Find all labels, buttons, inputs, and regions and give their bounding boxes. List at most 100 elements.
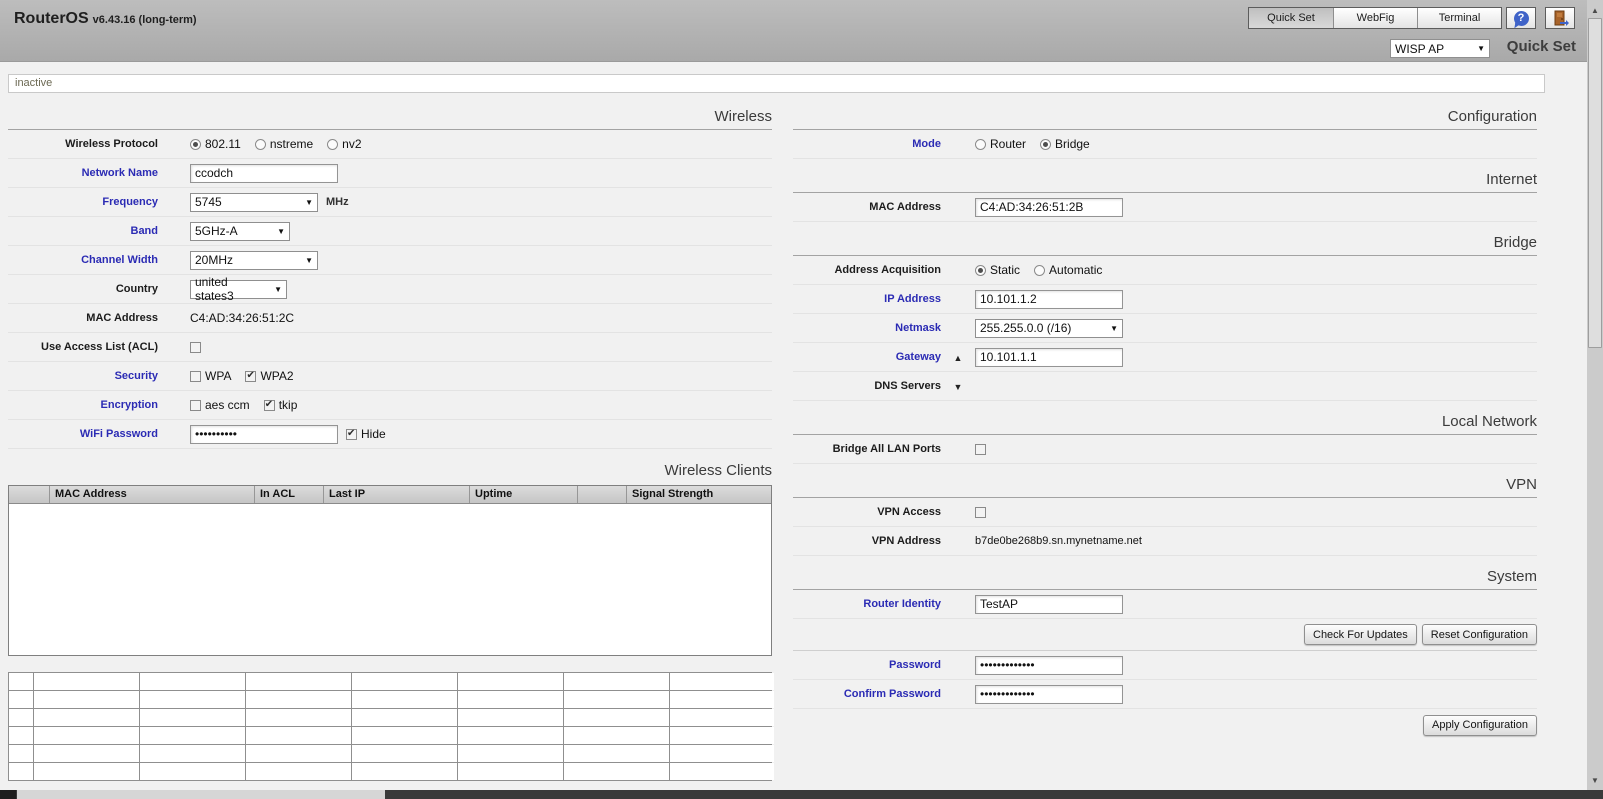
field-row-address-acquisition: Address Acquisition Static Automatic bbox=[793, 256, 1537, 285]
question-mark-icon: ? bbox=[1513, 10, 1529, 26]
grid-cell bbox=[9, 745, 33, 762]
field-label: Country bbox=[115, 283, 158, 295]
tab-quick-set[interactable]: Quick Set bbox=[1249, 8, 1333, 28]
country-dropdown[interactable]: united states3 bbox=[190, 275, 287, 303]
checkbox-icon bbox=[263, 399, 275, 411]
checkbox-option-hide[interactable]: Hide bbox=[346, 427, 386, 441]
column-header-signal-strength: Signal Strength bbox=[626, 486, 771, 503]
tab-webfig[interactable]: WebFig bbox=[1333, 8, 1417, 28]
grid-cell bbox=[246, 691, 351, 708]
confirm-password-input[interactable] bbox=[975, 684, 1123, 704]
app-name: RouterOS bbox=[14, 10, 89, 27]
grid-cell bbox=[34, 727, 139, 744]
logout-button[interactable] bbox=[1545, 7, 1575, 29]
field-label: Encryption bbox=[100, 399, 158, 411]
field-row-band: Band 5GHz-A bbox=[8, 217, 772, 246]
field-row-password: Password bbox=[793, 651, 1537, 680]
option-label: Automatic bbox=[1049, 263, 1103, 277]
band-dropdown[interactable]: 5GHz-A bbox=[190, 221, 290, 241]
column-header bbox=[577, 486, 626, 503]
field-row-bridge-all-lan: Bridge All LAN Ports bbox=[793, 435, 1537, 464]
section-title-vpn: VPN bbox=[793, 464, 1537, 498]
option-label: nv2 bbox=[342, 137, 362, 151]
radio-option-nstreme[interactable]: nstreme bbox=[254, 137, 313, 151]
wireless-mac-address-value: C4:AD:34:26:51:2C bbox=[190, 311, 295, 325]
checkbox-option-tkip[interactable]: tkip bbox=[263, 398, 297, 412]
checkbox-option-aes-ccm[interactable]: aes ccm bbox=[190, 398, 250, 412]
band-value: 5GHz-A bbox=[195, 224, 238, 238]
option-label: WPA2 bbox=[260, 369, 294, 383]
checkbox-icon bbox=[190, 399, 201, 411]
grid-cell bbox=[34, 673, 139, 690]
wifi-password-input[interactable] bbox=[190, 424, 338, 444]
field-row-network-name: Network Name bbox=[8, 159, 772, 188]
checkbox-option-wpa2[interactable]: WPA2 bbox=[245, 369, 294, 383]
grid-cell bbox=[564, 727, 669, 744]
radio-option-80211[interactable]: 802.11 bbox=[190, 137, 241, 151]
frequency-unit: MHz bbox=[326, 196, 349, 208]
vpn-access-checkbox[interactable] bbox=[975, 506, 986, 518]
check-for-updates-button[interactable]: Check For Updates bbox=[1304, 624, 1417, 645]
use-acl-checkbox[interactable] bbox=[190, 341, 201, 353]
status-bar: inactive bbox=[8, 74, 1545, 93]
field-label: VPN Access bbox=[877, 506, 941, 518]
radio-option-router[interactable]: Router bbox=[975, 137, 1026, 151]
column-header-mac-address: MAC Address bbox=[49, 486, 254, 503]
grid-cell bbox=[140, 673, 245, 690]
door-exit-icon bbox=[1554, 10, 1569, 26]
field-label: Network Name bbox=[81, 167, 158, 179]
scroll-up-arrow-icon[interactable]: ▲ bbox=[1587, 2, 1603, 18]
grid-cell bbox=[458, 709, 563, 726]
option-label: Bridge bbox=[1055, 137, 1090, 151]
vertical-scrollbar[interactable]: ▲ ▼ bbox=[1587, 0, 1603, 790]
router-identity-input[interactable] bbox=[975, 594, 1123, 614]
tab-terminal[interactable]: Terminal bbox=[1417, 8, 1501, 28]
password-input[interactable] bbox=[975, 655, 1123, 675]
vertical-scrollbar-thumb[interactable] bbox=[1588, 18, 1602, 348]
internet-mac-input[interactable] bbox=[975, 197, 1123, 217]
grid-cell bbox=[564, 709, 669, 726]
radio-option-nv2[interactable]: nv2 bbox=[327, 137, 362, 151]
netmask-dropdown[interactable]: 255.255.0.0 (/16) bbox=[975, 318, 1123, 338]
grid-cell bbox=[458, 763, 563, 780]
checkbox-option-wpa[interactable]: WPA bbox=[190, 369, 231, 383]
grid-cell bbox=[670, 673, 774, 690]
preset-dropdown[interactable]: WISP AP bbox=[1390, 39, 1490, 58]
scroll-down-arrow-icon[interactable]: ▼ bbox=[1587, 772, 1603, 788]
expand-arrow-icon[interactable] bbox=[954, 377, 963, 395]
field-row-encryption: Encryption aes ccm tkip bbox=[8, 391, 772, 420]
grid-cell bbox=[9, 673, 33, 690]
radio-option-bridge[interactable]: Bridge bbox=[1040, 137, 1090, 151]
reset-configuration-button[interactable]: Reset Configuration bbox=[1421, 624, 1537, 645]
apply-configuration-button[interactable]: Apply Configuration bbox=[1422, 714, 1537, 736]
radio-option-automatic[interactable]: Automatic bbox=[1034, 263, 1102, 277]
help-button[interactable]: ? bbox=[1506, 7, 1536, 29]
wireless-clients-table-header: MAC Address In ACL Last IP Uptime Signal… bbox=[9, 486, 771, 504]
field-label: Netmask bbox=[895, 322, 941, 334]
horizontal-scrollbar[interactable] bbox=[0, 790, 1603, 799]
grid-cell bbox=[140, 763, 245, 780]
top-tab-group: Quick Set WebFig Terminal bbox=[1248, 7, 1502, 29]
radio-icon bbox=[1034, 264, 1046, 276]
bridge-all-lan-checkbox[interactable] bbox=[975, 443, 986, 455]
horizontal-scrollbar-left-cap bbox=[0, 790, 16, 799]
network-name-input[interactable] bbox=[190, 163, 338, 183]
radio-option-static[interactable]: Static bbox=[975, 263, 1020, 277]
checkbox-icon bbox=[190, 370, 201, 382]
channel-width-dropdown[interactable]: 20MHz bbox=[190, 250, 318, 270]
ip-address-input[interactable] bbox=[975, 289, 1123, 309]
collapse-arrow-icon[interactable] bbox=[954, 348, 963, 366]
grid-cell bbox=[670, 709, 774, 726]
frequency-dropdown[interactable]: 5745 bbox=[190, 192, 318, 212]
page-title: Quick Set bbox=[1506, 38, 1576, 55]
status-text: inactive bbox=[15, 77, 53, 89]
field-row-netmask: Netmask 255.255.0.0 (/16) bbox=[793, 314, 1537, 343]
grid-cell bbox=[670, 727, 774, 744]
wireless-clients-table-body bbox=[9, 504, 771, 655]
field-row-use-acl: Use Access List (ACL) bbox=[8, 333, 772, 362]
grid-cell bbox=[246, 763, 351, 780]
horizontal-scrollbar-thumb[interactable] bbox=[17, 790, 385, 799]
field-label: Security bbox=[114, 370, 158, 382]
option-label: Router bbox=[990, 137, 1027, 151]
gateway-input[interactable] bbox=[975, 347, 1123, 367]
